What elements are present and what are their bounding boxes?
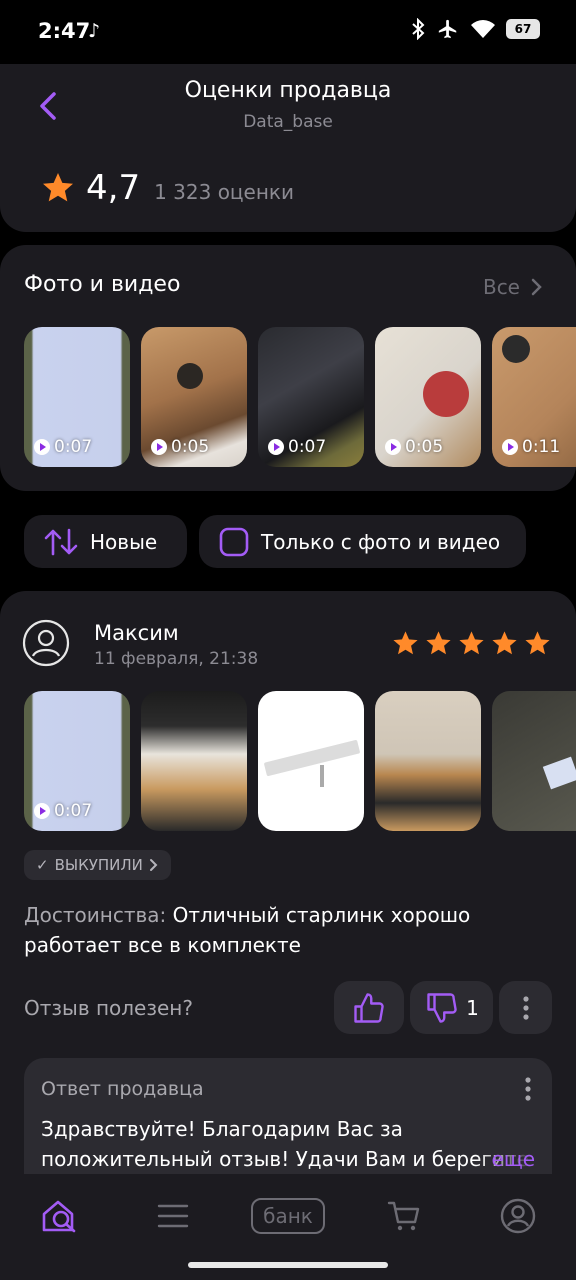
play-icon xyxy=(151,439,167,455)
review-photo[interactable] xyxy=(375,691,481,831)
review-text: Достоинства: Отличный старлинк хорошо ра… xyxy=(24,900,554,960)
video-duration: 0:11 xyxy=(502,437,560,457)
media-thumb[interactable]: 0:05 xyxy=(141,327,247,467)
review-date: 11 февраля, 21:38 xyxy=(94,649,259,669)
play-icon xyxy=(34,803,50,819)
reply-text: Здравствуйте! Благодарим Вас за положите… xyxy=(41,1114,537,1174)
page-title: Оценки продавца xyxy=(184,78,392,103)
nav-home[interactable] xyxy=(36,1196,84,1236)
star-icon xyxy=(525,631,550,655)
bank-icon: банк xyxy=(251,1198,325,1234)
media-all-link[interactable]: Все xyxy=(483,275,542,299)
sort-icon xyxy=(44,528,78,555)
wifi-icon xyxy=(471,20,495,38)
star-icon xyxy=(492,631,517,655)
media-only-label: Только с фото и видео xyxy=(261,529,501,554)
play-icon xyxy=(385,439,401,455)
reply-more-link[interactable]: еще xyxy=(492,1144,535,1174)
nav-catalog[interactable] xyxy=(152,1196,194,1236)
video-duration: 0:07 xyxy=(268,437,326,457)
media-thumb[interactable]: 0:07 xyxy=(258,327,364,467)
battery-icon: 67 xyxy=(506,19,540,39)
more-vertical-icon xyxy=(522,995,529,1020)
airplane-icon xyxy=(438,19,457,39)
home-search-icon xyxy=(42,1200,76,1233)
review-photo[interactable] xyxy=(141,691,247,831)
media-section: Фото и видео Все 0:07 0:05 0:07 0:05 0:1… xyxy=(0,245,576,491)
dislike-count: 1 xyxy=(466,995,479,1020)
review-photo[interactable] xyxy=(492,691,576,831)
thumbs-up-icon xyxy=(354,992,384,1023)
battery-level: 67 xyxy=(514,22,532,36)
chevron-right-icon xyxy=(149,859,158,871)
review-photo[interactable] xyxy=(258,691,364,831)
video-duration: 0:07 xyxy=(34,437,92,457)
dislike-button[interactable]: 1 xyxy=(410,981,493,1034)
nav-bank[interactable]: банк xyxy=(249,1196,327,1236)
play-icon xyxy=(268,439,284,455)
star-icon xyxy=(426,631,451,655)
review-photos: 0:07 xyxy=(24,691,576,831)
checkbox-icon[interactable] xyxy=(219,527,249,557)
like-button[interactable] xyxy=(334,981,404,1034)
star-icon xyxy=(43,173,73,202)
media-thumbnails: 0:07 0:05 0:07 0:05 0:11 xyxy=(24,327,576,467)
pros-label: Достоинства: xyxy=(24,903,167,927)
home-indicator[interactable] xyxy=(188,1262,388,1268)
star-icon xyxy=(393,631,418,655)
purchased-badge[interactable]: ✓ ВЫКУПИЛИ xyxy=(24,850,171,880)
chevron-right-icon xyxy=(531,278,542,296)
reply-body: Здравствуйте! Благодарим Вас за положите… xyxy=(41,1117,529,1171)
badge-label: ВЫКУПИЛИ xyxy=(54,856,143,874)
header-card: Оценки продавца Data_base 4,7 1 323 оцен… xyxy=(0,64,576,232)
bank-label: банк xyxy=(263,1204,313,1228)
status-time: 2:47 xyxy=(38,19,91,43)
cart-icon xyxy=(387,1201,420,1231)
tiktok-icon: ♪ xyxy=(88,20,101,42)
profile-icon xyxy=(500,1198,536,1234)
more-options-button[interactable] xyxy=(499,981,552,1034)
nav-cart[interactable] xyxy=(384,1196,424,1236)
reply-title: Ответ продавца xyxy=(41,1078,204,1100)
review-filters: Новые Только с фото и видео xyxy=(24,515,526,568)
thumbs-down-icon xyxy=(427,992,457,1023)
media-all-label: Все xyxy=(482,275,520,299)
bluetooth-icon xyxy=(412,18,425,40)
menu-icon xyxy=(157,1204,189,1228)
review-card: Максим 11 февраля, 21:38 0:07 ✓ ВЫКУПИЛИ xyxy=(0,591,576,1191)
avatar-icon xyxy=(22,619,70,667)
check-icon: ✓ xyxy=(36,856,49,874)
rating-value: 4,7 xyxy=(86,168,141,208)
nav-profile[interactable] xyxy=(498,1196,538,1236)
media-thumb[interactable]: 0:05 xyxy=(375,327,481,467)
play-icon xyxy=(502,439,518,455)
media-only-filter[interactable]: Только с фото и видео xyxy=(199,515,526,568)
video-duration: 0:05 xyxy=(151,437,209,457)
sort-label: Новые xyxy=(90,529,158,554)
media-thumb[interactable]: 0:07 xyxy=(24,327,130,467)
video-duration: 0:05 xyxy=(385,437,443,457)
sort-button[interactable]: Новые xyxy=(24,515,187,568)
media-thumb[interactable]: 0:11 xyxy=(492,327,576,467)
star-icon xyxy=(459,631,484,655)
media-title: Фото и видео xyxy=(24,272,181,297)
review-photo[interactable]: 0:07 xyxy=(24,691,130,831)
useful-question: Отзыв полезен? xyxy=(24,996,193,1020)
review-author: Максим xyxy=(94,621,179,645)
status-bar: 2:47 ♪ 67 xyxy=(0,0,576,64)
rating-summary: 4,7 1 323 оценки xyxy=(40,168,294,208)
more-vertical-icon[interactable] xyxy=(524,1076,532,1102)
page-subtitle: Data_base xyxy=(243,112,333,132)
video-duration: 0:07 xyxy=(34,801,92,821)
review-stars xyxy=(391,629,552,658)
seller-reply: Ответ продавца Здравствуйте! Благодарим … xyxy=(24,1058,552,1191)
rating-count: 1 323 оценки xyxy=(154,180,294,204)
play-icon xyxy=(34,439,50,455)
status-icons: 67 xyxy=(410,18,540,40)
